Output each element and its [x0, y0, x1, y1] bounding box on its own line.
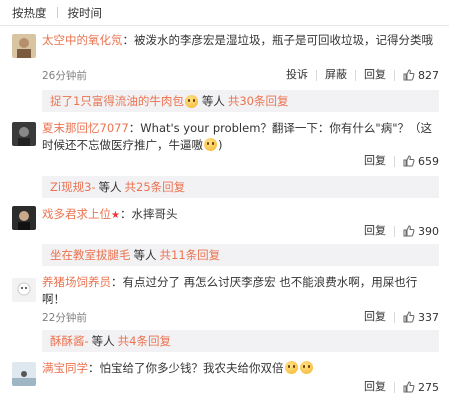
- like-button[interactable]: 390: [395, 225, 439, 238]
- block-button[interactable]: 屏蔽: [317, 68, 355, 82]
- reply-count-link[interactable]: 共30条回复: [228, 93, 289, 109]
- comment-text: 戏多君求上位★：水摔哥头: [42, 206, 435, 224]
- reply-others-text: 等人: [91, 334, 115, 348]
- comment-text: 养猪场饲养员：有点过分了 再怎么讨厌李彦宏 也不能浪费水啊，用屎也行啊！: [42, 274, 435, 308]
- emoji-icon: [184, 94, 198, 108]
- reply-others-text: 等人: [201, 94, 225, 108]
- reply-username[interactable]: Zi现规3-: [50, 179, 96, 195]
- replies-summary[interactable]: Zi现规3- 等人 共25条回复: [42, 176, 439, 198]
- username-link[interactable]: 满宝同学: [42, 361, 88, 375]
- comment-actions: 回复 275: [356, 380, 439, 394]
- avatar[interactable]: [12, 362, 36, 386]
- comment-text: 太空中的氧化氖：被泼水的李彦宏是湿垃圾，瓶子是可回收垃圾，记得分类哦: [42, 32, 435, 49]
- comment-item: 戏多君求上位★：水摔哥头 回复 390: [0, 202, 449, 242]
- divider: [56, 7, 58, 18]
- reply-others-text: 等人: [133, 248, 157, 262]
- emoji-icon: [284, 361, 298, 374]
- like-button[interactable]: 337: [395, 311, 439, 324]
- comment-time: 26分钟前: [42, 70, 87, 82]
- thumbs-up-icon: [403, 381, 415, 393]
- reply-count-link[interactable]: 共25条回复: [125, 179, 186, 195]
- avatar[interactable]: [12, 206, 36, 230]
- emoji-icon: [204, 138, 217, 151]
- reply-username[interactable]: 坐在教室拔腿毛: [50, 247, 131, 263]
- comment-text: 夏末那回忆7077：What's your problem？翻译一下：你有什么"…: [42, 121, 432, 152]
- username-link[interactable]: 戏多君求上位: [42, 207, 111, 221]
- reply-button[interactable]: 回复: [356, 224, 394, 238]
- comment-actions: 回复 337: [356, 310, 439, 324]
- comment-text: 满宝同学：怕宝给了你多少钱？我农夫给你双倍: [42, 360, 435, 377]
- reply-button[interactable]: 回复: [356, 68, 394, 82]
- comment-item: 太空中的氧化氖：被泼水的李彦宏是湿垃圾，瓶子是可回收垃圾，记得分类哦 26分钟前…: [0, 28, 449, 88]
- comment-actions: 投诉 屏蔽 回复 827: [278, 68, 439, 82]
- like-count: 659: [418, 154, 439, 168]
- comment-body: ：怕宝给了你多少钱？我农夫给你双倍: [88, 361, 284, 375]
- avatar[interactable]: [12, 278, 36, 302]
- like-count: 827: [418, 68, 439, 82]
- like-count: 337: [418, 310, 439, 324]
- username-link[interactable]: 太空中的氧化氖: [42, 33, 123, 47]
- reply-count-link[interactable]: 共11条回复: [160, 247, 221, 263]
- username-link[interactable]: 夏末那回忆7077: [42, 121, 129, 135]
- thumbs-up-icon: [403, 155, 415, 167]
- sort-by-time-tab[interactable]: 按时间: [68, 0, 103, 26]
- replies-summary[interactable]: 坐在教室拔腿毛 等人 共11条回复: [42, 244, 439, 266]
- reply-button[interactable]: 回复: [356, 380, 394, 394]
- reply-button[interactable]: 回复: [356, 154, 394, 168]
- comment-body: ：被泼水的李彦宏是湿垃圾，瓶子是可回收垃圾，记得分类哦: [122, 33, 434, 47]
- comment-time: 22分钟前: [42, 312, 87, 324]
- reply-others-text: 等人: [98, 180, 122, 194]
- replies-summary[interactable]: 捉了1只富得流油的牛肉包 等人 共30条回复: [42, 90, 439, 112]
- replies-summary[interactable]: 酥酥酱- 等人 共4条回复: [42, 330, 439, 352]
- comment-item: 满宝同学：怕宝给了你多少钱？我农夫给你双倍 回复 275: [0, 356, 449, 404]
- comment-actions: 回复 659: [356, 154, 439, 168]
- reply-count-link[interactable]: 共4条回复: [118, 333, 171, 349]
- thumbs-up-icon: [403, 311, 415, 323]
- username-link[interactable]: 养猪场饲养员: [42, 275, 111, 289]
- reply-username[interactable]: 酥酥酱-: [50, 333, 89, 349]
- comment-item: 养猪场饲养员：有点过分了 再怎么讨厌李彦宏 也不能浪费水啊，用屎也行啊！ 22分…: [0, 270, 449, 330]
- thumbs-up-icon: [403, 69, 415, 81]
- reply-username[interactable]: 捉了1只富得流油的牛肉包: [50, 93, 184, 109]
- comment-item: 夏末那回忆7077：What's your problem？翻译一下：你有什么"…: [0, 116, 449, 174]
- like-button[interactable]: 827: [395, 69, 439, 82]
- comment-actions: 回复 390: [356, 224, 439, 238]
- comment-body: ：水摔哥头: [119, 207, 178, 221]
- like-button[interactable]: 659: [395, 155, 439, 168]
- sort-bar: 按热度 按时间: [0, 0, 449, 26]
- like-button[interactable]: 275: [395, 381, 439, 394]
- thumbs-up-icon: [403, 225, 415, 237]
- report-button[interactable]: 投诉: [278, 68, 316, 82]
- sort-by-hot-tab[interactable]: 按热度: [12, 0, 47, 26]
- avatar[interactable]: [12, 34, 36, 58]
- like-count: 275: [418, 380, 439, 394]
- avatar[interactable]: [12, 122, 36, 146]
- vip-badge-icon: ★: [111, 210, 120, 221]
- emoji-icon: [299, 361, 313, 374]
- reply-button[interactable]: 回复: [356, 310, 394, 324]
- like-count: 390: [418, 224, 439, 238]
